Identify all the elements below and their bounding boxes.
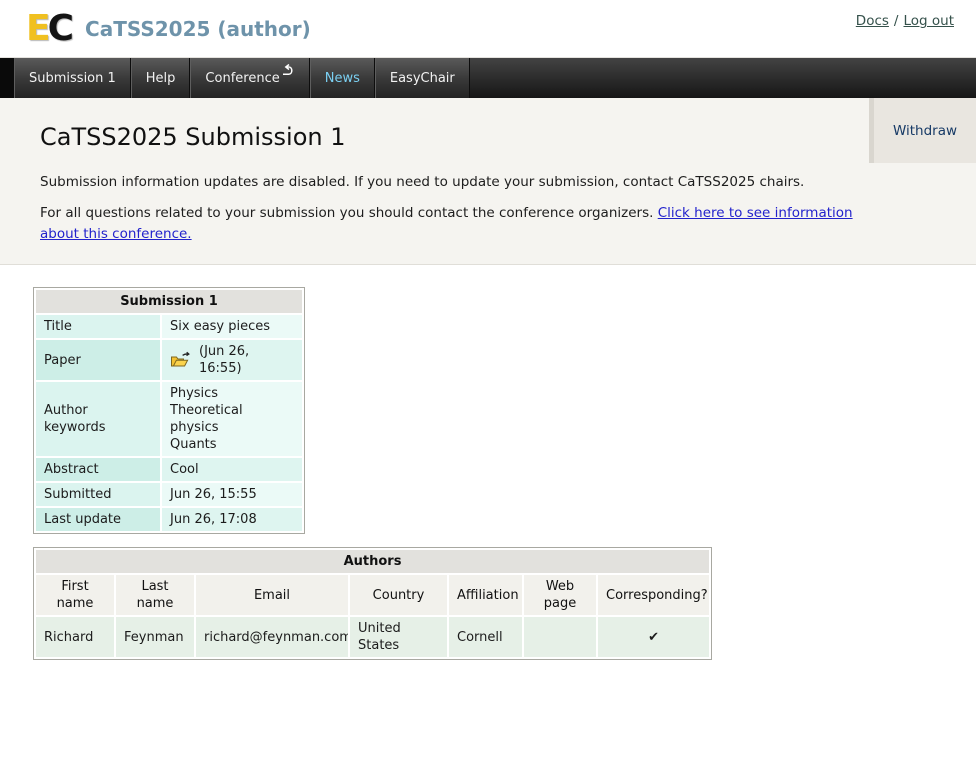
- col-affiliation: Affiliation: [449, 575, 522, 615]
- return-arrow-icon: [282, 64, 295, 80]
- last-update-value: Jun 26, 17:08: [162, 508, 302, 531]
- authors-table: Authors First name Last name Email Count…: [33, 547, 712, 660]
- app-header: EC CaTSS2025 (author) Docs /Log out: [0, 0, 976, 58]
- folder-open-icon[interactable]: [170, 351, 192, 369]
- nav-item-submission-1[interactable]: Submission 1: [14, 58, 131, 98]
- withdraw-button[interactable]: Withdraw: [869, 98, 976, 163]
- authors-header-row: First name Last name Email Country Affil…: [36, 575, 709, 615]
- author-email: richard@feynman.com: [196, 617, 348, 657]
- links-separator: /: [894, 13, 899, 29]
- nav-item-label: Conference: [205, 71, 279, 86]
- nav-item-help[interactable]: Help: [131, 58, 191, 98]
- col-last-name: Last name: [116, 575, 194, 615]
- nav-item-conference[interactable]: Conference: [190, 58, 309, 98]
- author-last-name: Feynman: [116, 617, 194, 657]
- logout-link[interactable]: Log out: [903, 13, 954, 29]
- table-row-abstract: Abstract Cool: [36, 458, 302, 481]
- keyword: Theoretical physics: [170, 402, 294, 436]
- col-country: Country: [350, 575, 447, 615]
- nav-item-easychair[interactable]: EasyChair: [375, 58, 470, 98]
- row-label: Abstract: [36, 458, 160, 481]
- row-label: Last update: [36, 508, 160, 531]
- main-content: Submission 1 Title Six easy pieces Paper: [0, 265, 976, 660]
- nav-item-label: Help: [146, 71, 176, 86]
- col-first-name: First name: [36, 575, 114, 615]
- submission-title-value: Six easy pieces: [162, 315, 302, 338]
- author-row: Richard Feynman richard@feynman.com Unit…: [36, 617, 709, 657]
- keyword: Physics: [170, 385, 294, 402]
- easychair-logo: EC: [26, 11, 71, 47]
- docs-link[interactable]: Docs: [856, 13, 889, 29]
- keyword: Quants: [170, 436, 294, 453]
- authors-table-title: Authors: [36, 550, 709, 573]
- role-title: CaTSS2025 (author): [85, 17, 311, 41]
- update-disabled-notice: Submission information updates are disab…: [40, 151, 866, 193]
- table-row-keywords: Author keywords Physics Theoretical phys…: [36, 382, 302, 456]
- col-web-page: Web page: [524, 575, 596, 615]
- col-email: Email: [196, 575, 348, 615]
- main-nav: Submission 1 Help Conference News EasyCh…: [0, 58, 976, 98]
- author-web-page: [524, 617, 596, 657]
- table-row-paper: Paper (Jun 26, 16:55): [36, 340, 302, 380]
- row-label: Author keywords: [36, 382, 160, 456]
- intro-section: Withdraw CaTSS2025 Submission 1 Submissi…: [0, 98, 976, 265]
- submission-table-title: Submission 1: [36, 290, 302, 313]
- nav-item-label: EasyChair: [390, 71, 455, 86]
- row-label: Paper: [36, 340, 160, 380]
- withdraw-label: Withdraw: [893, 123, 957, 139]
- row-label: Title: [36, 315, 160, 338]
- submitted-value: Jun 26, 15:55: [162, 483, 302, 506]
- page-title: CaTSS2025 Submission 1: [40, 98, 866, 151]
- abstract-value: Cool: [162, 458, 302, 481]
- paper-timestamp: (Jun 26, 16:55): [199, 343, 294, 377]
- nav-item-label: Submission 1: [29, 71, 116, 86]
- author-first-name: Richard: [36, 617, 114, 657]
- table-row-title: Title Six easy pieces: [36, 315, 302, 338]
- contact-notice-text: For all questions related to your submis…: [40, 205, 658, 221]
- table-row-last-update: Last update Jun 26, 17:08: [36, 508, 302, 531]
- table-row-submitted: Submitted Jun 26, 15:55: [36, 483, 302, 506]
- nav-item-label: News: [325, 71, 360, 86]
- logo-letter-e: E: [26, 11, 48, 47]
- row-label: Submitted: [36, 483, 160, 506]
- nav-item-news[interactable]: News: [310, 58, 375, 98]
- author-country: United States: [350, 617, 447, 657]
- header-links: Docs /Log out: [856, 13, 954, 29]
- col-corresponding: Corresponding?: [598, 575, 709, 615]
- author-affiliation: Cornell: [449, 617, 522, 657]
- submission-table: Submission 1 Title Six easy pieces Paper: [33, 287, 305, 534]
- corresponding-checkmark: ✔: [598, 617, 709, 657]
- logo-letter-c: C: [48, 11, 71, 47]
- contact-notice: For all questions related to your submis…: [40, 193, 866, 245]
